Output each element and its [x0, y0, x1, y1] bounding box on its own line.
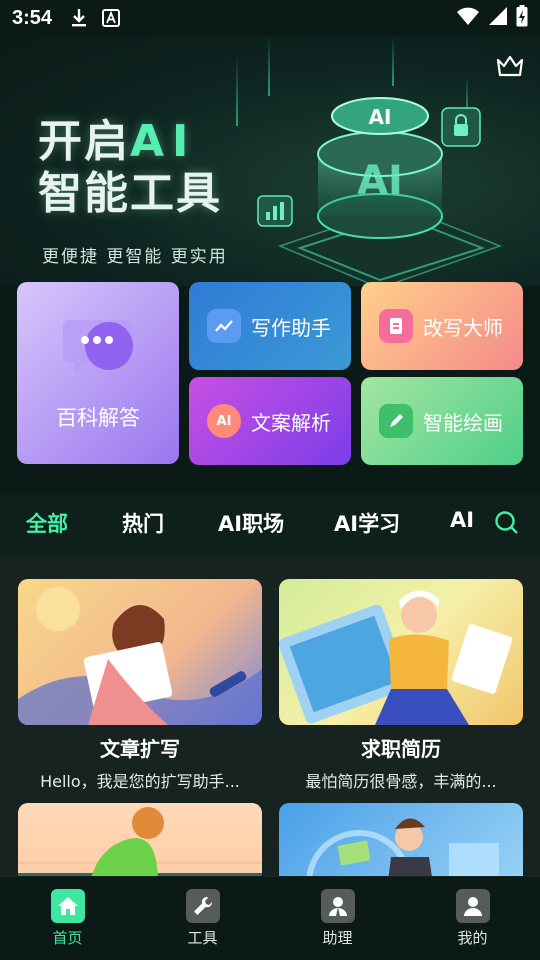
nav-profile-label: 我的	[457, 929, 488, 947]
encyclopedia-tool-button[interactable]: 百科解答	[17, 282, 179, 464]
content-card[interactable]	[18, 803, 262, 876]
smart-drawing-label: 智能绘画	[423, 410, 503, 435]
encyclopedia-tool-label: 百科解答	[56, 406, 140, 430]
rewrite-master-button[interactable]: 改写大师	[361, 282, 523, 370]
home-icon	[50, 889, 85, 923]
art-ai-text: AI	[357, 158, 403, 204]
hero-title: 开启AI 智能工具	[38, 116, 222, 220]
hero-banner: 开启AI 智能工具 更便捷 更智能 更实用 AI AI	[0, 36, 540, 286]
nav-home-label: 首页	[52, 929, 83, 947]
hero-subtitle: 更便捷 更智能 更实用	[42, 247, 228, 267]
card-thumbnail	[279, 579, 523, 725]
battery-charging-icon	[516, 4, 528, 32]
document-icon	[379, 309, 413, 343]
resume-card[interactable]: 求职简历 最怕简历很骨感，丰满的...	[279, 579, 523, 792]
assistant-icon	[320, 889, 355, 923]
rewrite-master-label: 改写大师	[423, 315, 503, 340]
content-feed: 文章扩写 Hello，我是您的扩写助手... 求职简历 最怕简历很骨感，丰满的.…	[0, 556, 540, 876]
search-icon[interactable]	[494, 510, 520, 536]
ai-badge-icon: AI	[207, 404, 241, 438]
tab-all[interactable]: 全部	[26, 508, 68, 538]
copy-analysis-button[interactable]: AI 文案解析	[189, 377, 351, 465]
nav-assistant[interactable]: 助理	[270, 877, 405, 960]
status-bar: 3:54	[0, 0, 540, 36]
pencil-icon	[379, 404, 413, 438]
wrench-icon	[185, 889, 220, 923]
user-icon	[455, 889, 490, 923]
writing-assistant-button[interactable]: 写作助手	[189, 282, 351, 370]
nav-profile[interactable]: 我的	[405, 877, 540, 960]
status-time: 3:54	[12, 6, 53, 29]
nav-home[interactable]: 首页	[0, 877, 135, 960]
content-card[interactable]	[279, 803, 523, 876]
chart-doc-icon	[207, 309, 241, 343]
smart-drawing-button[interactable]: 智能绘画	[361, 377, 523, 465]
card-thumbnail	[18, 579, 262, 725]
card-title: 文章扩写	[100, 737, 180, 761]
card-thumbnail	[18, 803, 262, 876]
hero-title-prefix: 开启	[38, 116, 130, 167]
nav-tools[interactable]: 工具	[135, 877, 270, 960]
download-icon	[70, 8, 88, 28]
card-thumbnail	[279, 803, 523, 876]
tab-ai-workplace[interactable]: AI职场	[218, 508, 284, 538]
card-title: 求职简历	[361, 737, 441, 761]
card-description: 最怕简历很骨感，丰满的...	[305, 772, 497, 791]
tab-hot[interactable]: 热门	[122, 508, 164, 538]
vip-crown-button[interactable]	[496, 54, 524, 78]
hero-title-ai: AI	[130, 116, 197, 167]
wifi-icon	[456, 6, 480, 31]
light-streak	[236, 56, 238, 126]
nav-tools-label: 工具	[187, 929, 218, 947]
chat-bubble-icon	[63, 320, 133, 374]
copy-analysis-label: 文案解析	[251, 410, 331, 435]
tool-grid: 百科解答 写作助手 改写大师 AI 文案解析 智能绘画	[16, 282, 524, 466]
cellular-signal-icon	[488, 6, 508, 31]
ai-chip-illustration: AI AI	[257, 97, 503, 286]
writing-assistant-label: 写作助手	[251, 315, 331, 340]
category-tabs: 全部 热门 AI职场 AI学习 AI	[0, 494, 540, 556]
tab-ai-more[interactable]: AI	[450, 508, 474, 532]
text-input-icon	[102, 9, 121, 27]
card-description: Hello，我是您的扩写助手...	[40, 772, 240, 791]
nav-assistant-label: 助理	[322, 929, 353, 947]
art-ai-text-top: AI	[369, 105, 392, 129]
article-expand-card[interactable]: 文章扩写 Hello，我是您的扩写助手...	[18, 579, 262, 792]
hero-title-line2: 智能工具	[38, 168, 222, 219]
bottom-navigation: 首页 工具 助理 我的	[0, 876, 540, 960]
tab-ai-learning[interactable]: AI学习	[334, 508, 400, 538]
